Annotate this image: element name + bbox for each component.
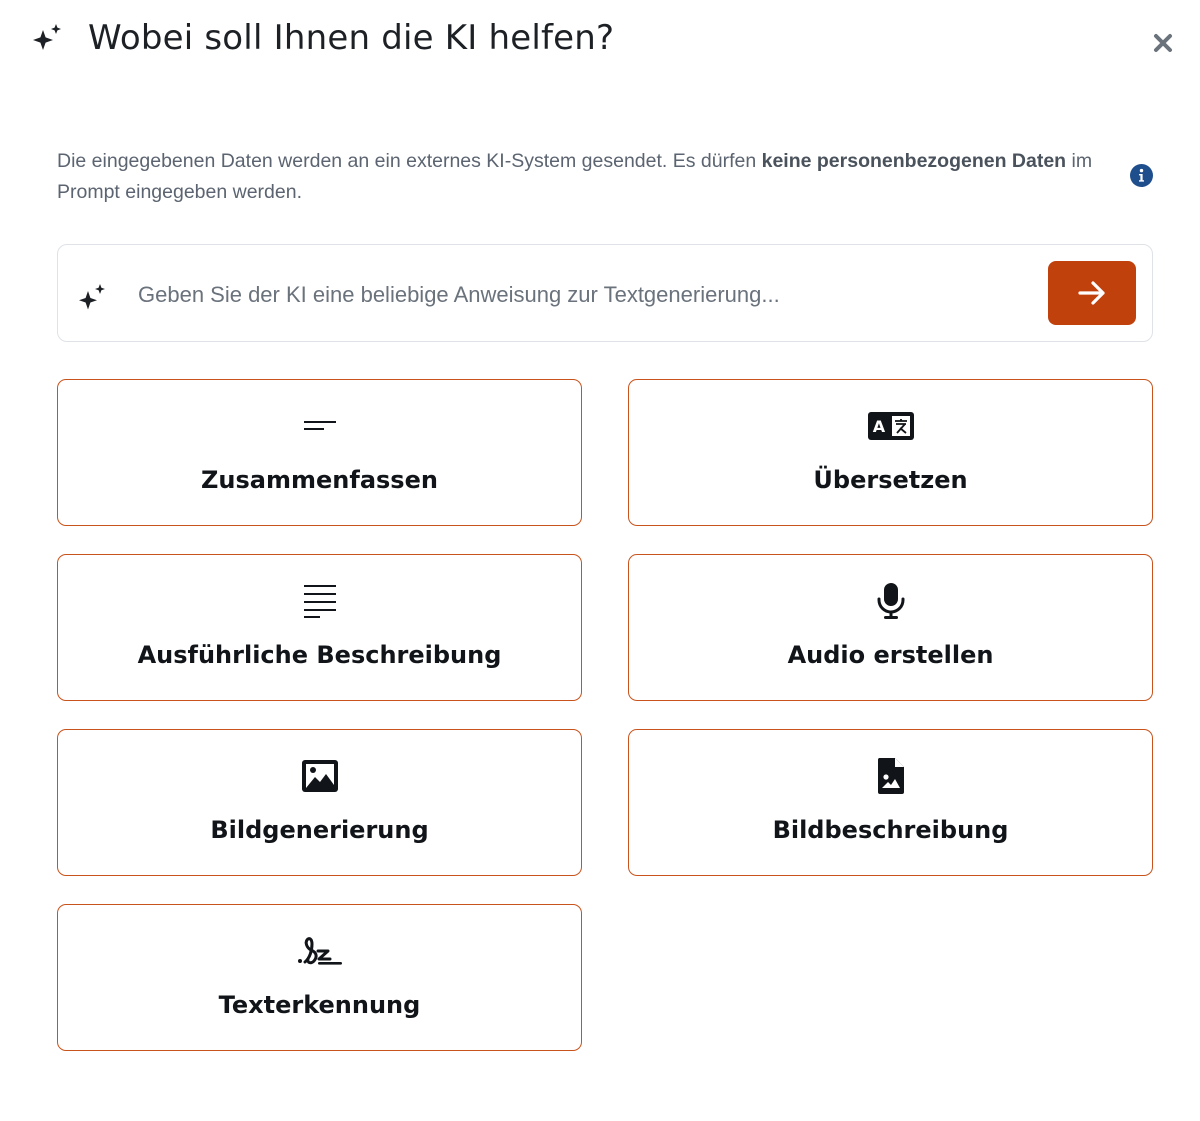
short-text-icon xyxy=(303,421,336,430)
dialog-title: Wobei soll Ihnen die KI helfen? xyxy=(88,18,615,58)
close-button[interactable] xyxy=(1148,28,1178,58)
svg-text:A: A xyxy=(872,417,885,436)
info-icon[interactable] xyxy=(1130,164,1153,187)
action-label: Ausführliche Beschreibung xyxy=(137,641,502,669)
image-file-icon xyxy=(877,758,904,794)
action-label: Bildgenerierung xyxy=(210,816,429,844)
action-text-recognition[interactable]: Texterkennung xyxy=(57,904,582,1051)
ai-assistant-dialog: Wobei soll Ihnen die KI helfen? Die eing… xyxy=(0,0,1200,1121)
translate-icon: A xyxy=(867,412,914,440)
action-label: Audio erstellen xyxy=(787,641,994,669)
action-label: Texterkennung xyxy=(218,991,421,1019)
send-button[interactable] xyxy=(1048,261,1136,325)
action-create-audio[interactable]: Audio erstellen xyxy=(628,554,1153,701)
arrow-right-icon xyxy=(1078,281,1105,305)
prompt-input[interactable] xyxy=(138,275,1018,315)
action-image-generation[interactable]: Bildgenerierung xyxy=(57,729,582,876)
long-text-icon xyxy=(303,585,336,618)
close-icon xyxy=(1154,34,1172,52)
action-detailed-description[interactable]: Ausführliche Beschreibung xyxy=(57,554,582,701)
image-icon xyxy=(301,760,338,792)
action-summarize[interactable]: Zusammenfassen xyxy=(57,379,582,526)
sparkles-icon xyxy=(33,24,61,50)
privacy-notice: Die eingegebenen Daten werden an ein ext… xyxy=(57,146,1107,208)
notice-text-bold: keine personenbezogenen Daten xyxy=(761,150,1067,172)
action-label: Übersetzen xyxy=(813,466,968,494)
signature-icon xyxy=(297,937,342,965)
sparkles-icon xyxy=(79,284,105,310)
microphone-icon xyxy=(877,583,904,619)
action-translate[interactable]: A Übersetzen xyxy=(628,379,1153,526)
prompt-box xyxy=(57,244,1153,342)
notice-text-before: Die eingegebenen Daten werden an ein ext… xyxy=(57,150,762,172)
action-label: Zusammenfassen xyxy=(201,466,438,494)
action-image-description[interactable]: Bildbeschreibung xyxy=(628,729,1153,876)
action-label: Bildbeschreibung xyxy=(772,816,1009,844)
